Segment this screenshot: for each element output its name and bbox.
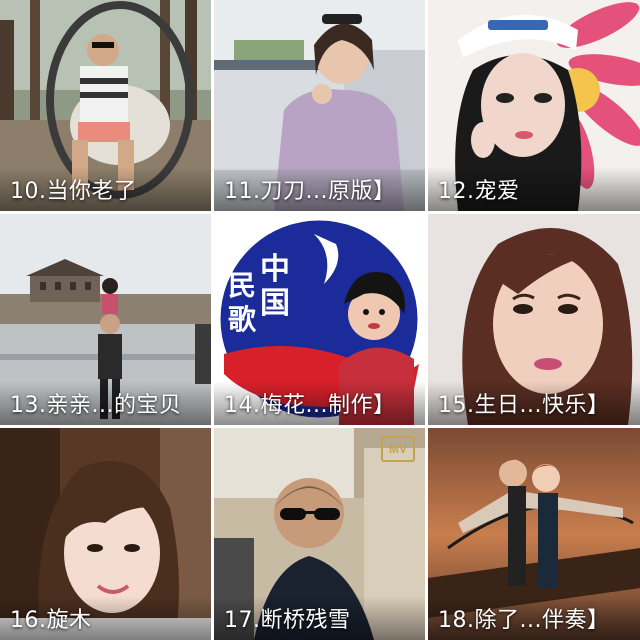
song-title: 17.断桥残雪	[214, 596, 425, 640]
mv-badge: MV	[381, 436, 415, 462]
song-title: 13.亲亲...的宝贝	[0, 381, 211, 425]
song-tile-10[interactable]: 10.当你老了	[0, 0, 211, 211]
song-tile-11[interactable]: 11.刀刀...原版】	[214, 0, 425, 211]
song-title: 14.梅花...制作】	[214, 381, 425, 425]
song-tile-13[interactable]: 13.亲亲...的宝贝	[0, 214, 211, 425]
song-tile-16[interactable]: 16.旋木	[0, 428, 211, 640]
song-title: 18.除了...伴奏】	[428, 596, 640, 640]
song-grid: 10.当你老了 11.刀刀...原版】 12.宠爱 13.亲亲...的宝贝 中 …	[0, 0, 640, 640]
song-title: 15.生日...快乐】	[428, 381, 640, 425]
logo-char-guo: 国	[260, 286, 290, 321]
song-tile-14[interactable]: 中 民 国 歌 14.梅花...制作】	[214, 214, 425, 425]
song-tile-17[interactable]: MV 17.断桥残雪	[214, 428, 425, 640]
song-title: 12.宠爱	[428, 167, 640, 211]
song-title: 11.刀刀...原版】	[214, 167, 425, 211]
song-title: 16.旋木	[0, 596, 211, 640]
song-title: 10.当你老了	[0, 167, 211, 211]
song-tile-15[interactable]: 15.生日...快乐】	[428, 214, 640, 425]
song-tile-18[interactable]: 18.除了...伴奏】	[428, 428, 640, 640]
logo-char-ge: 歌	[228, 303, 257, 336]
song-tile-12[interactable]: 12.宠爱	[428, 0, 640, 211]
